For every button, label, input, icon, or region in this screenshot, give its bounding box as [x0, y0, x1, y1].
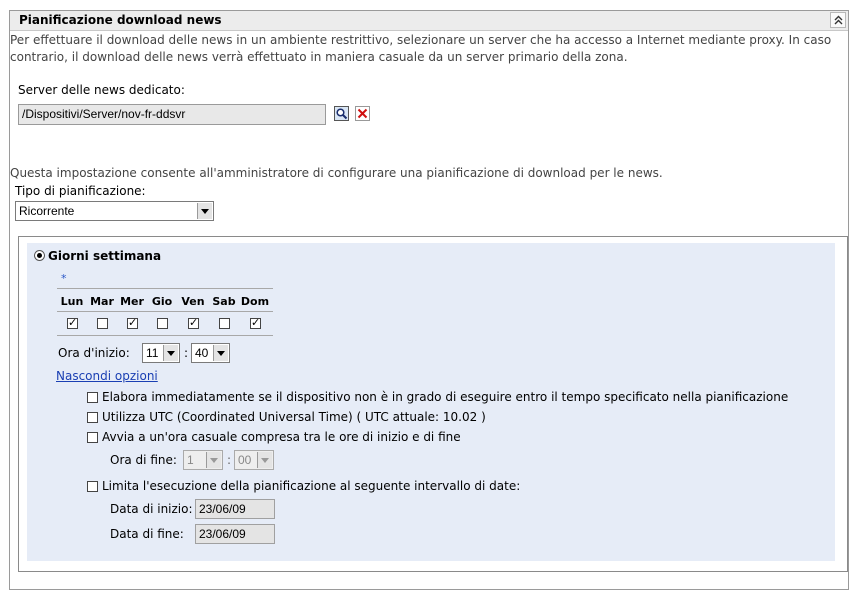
- chevron-down-icon: [197, 203, 212, 219]
- double-chevron-up-icon: [834, 15, 843, 25]
- search-icon: [336, 108, 348, 120]
- random-start-checkbox[interactable]: [87, 432, 98, 443]
- weekdays-radio-label: Giorni settimana: [48, 249, 162, 263]
- day-checkbox-tue[interactable]: [97, 318, 108, 329]
- schedule-description: Questa impostazione consente all'amminis…: [10, 166, 663, 180]
- chevron-down-icon: [257, 452, 272, 468]
- start-hour-select[interactable]: 11: [142, 343, 180, 363]
- days-table-divider: [57, 311, 273, 312]
- end-date-label: Data di fine:: [110, 527, 184, 541]
- end-time-separator: :: [227, 453, 232, 467]
- day-checkbox-thu[interactable]: [157, 318, 168, 329]
- start-time-label: Ora d'inizio:: [58, 346, 130, 360]
- news-download-schedule-panel: Pianificazione download news Per effettu…: [9, 10, 849, 590]
- intro-line-2: contrario, il download delle news verrà …: [10, 50, 628, 64]
- schedule-type-select[interactable]: Ricorrente: [15, 201, 214, 221]
- weekdays-section: Giorni settimana * Lun Mar Mer Gio Ven S…: [27, 243, 835, 561]
- chevron-down-icon: [206, 452, 221, 468]
- schedule-type-value: Ricorrente: [19, 204, 75, 218]
- end-time-label: Ora di fine:: [110, 453, 177, 467]
- browse-server-button[interactable]: [334, 106, 349, 121]
- schedule-type-label: Tipo di pianificazione:: [15, 184, 146, 198]
- limit-date-range-checkbox[interactable]: [87, 481, 98, 492]
- weekdays-radio[interactable]: [34, 250, 45, 261]
- day-checkbox-fri[interactable]: [188, 316, 199, 329]
- end-minute-select[interactable]: 00: [234, 450, 274, 470]
- server-field[interactable]: /Dispositivi/Server/nov-fr-ddsvr: [18, 104, 326, 125]
- day-checkbox-sat[interactable]: [219, 318, 230, 329]
- day-header-tue: Mar: [90, 295, 114, 308]
- chevron-down-icon: [163, 345, 178, 361]
- use-utc-label: Utilizza UTC (Coordinated Universal Time…: [102, 410, 486, 424]
- day-checkbox-sun[interactable]: [250, 316, 261, 329]
- start-date-label: Data di inizio:: [110, 502, 193, 516]
- collapse-panel-button[interactable]: [830, 12, 846, 28]
- panel-title: Pianificazione download news: [19, 13, 222, 27]
- day-header-sun: Dom: [240, 295, 270, 308]
- day-header-thu: Gio: [151, 295, 173, 308]
- schedule-settings-box: Giorni settimana * Lun Mar Mer Gio Ven S…: [18, 236, 848, 572]
- day-header-wed: Mer: [120, 295, 144, 308]
- intro-line-1: Per effettuare il download delle news in…: [10, 33, 832, 47]
- chevron-down-icon: [213, 345, 228, 361]
- panel-header: Pianificazione download news: [10, 11, 848, 31]
- day-checkbox-wed[interactable]: [127, 316, 138, 329]
- close-icon: [357, 108, 368, 119]
- hide-options-link[interactable]: Nascondi opzioni: [56, 369, 158, 383]
- start-date-field[interactable]: 23/06/09: [195, 499, 275, 519]
- day-checkbox-mon[interactable]: [67, 316, 78, 329]
- server-label: Server delle news dedicato:: [18, 83, 185, 97]
- end-hour-value: 1: [187, 453, 194, 467]
- process-immediately-label: Elabora immediatamente se il dispositivo…: [102, 390, 789, 404]
- process-immediately-checkbox[interactable]: [87, 392, 98, 403]
- use-utc-checkbox[interactable]: [87, 412, 98, 423]
- end-date-field[interactable]: 23/06/09: [195, 524, 275, 544]
- required-marker: *: [61, 272, 67, 285]
- day-header-mon: Lun: [60, 295, 84, 308]
- clear-server-button[interactable]: [355, 106, 370, 121]
- end-minute-value: 00: [238, 453, 252, 467]
- intro-text: Per effettuare il download delle news in…: [10, 32, 845, 66]
- day-header-fri: Ven: [181, 295, 205, 308]
- start-minute-value: 40: [195, 346, 209, 360]
- random-start-label: Avvia a un'ora casuale compresa tra le o…: [102, 430, 461, 444]
- end-hour-select[interactable]: 1: [183, 450, 223, 470]
- start-hour-value: 11: [146, 346, 159, 360]
- limit-date-range-label: Limita l'esecuzione della pianificazione…: [102, 479, 521, 493]
- days-table: Lun Mar Mer Gio Ven Sab Dom: [57, 288, 273, 336]
- start-minute-select[interactable]: 40: [191, 343, 230, 363]
- start-time-separator: :: [184, 346, 189, 360]
- day-header-sat: Sab: [212, 295, 236, 308]
